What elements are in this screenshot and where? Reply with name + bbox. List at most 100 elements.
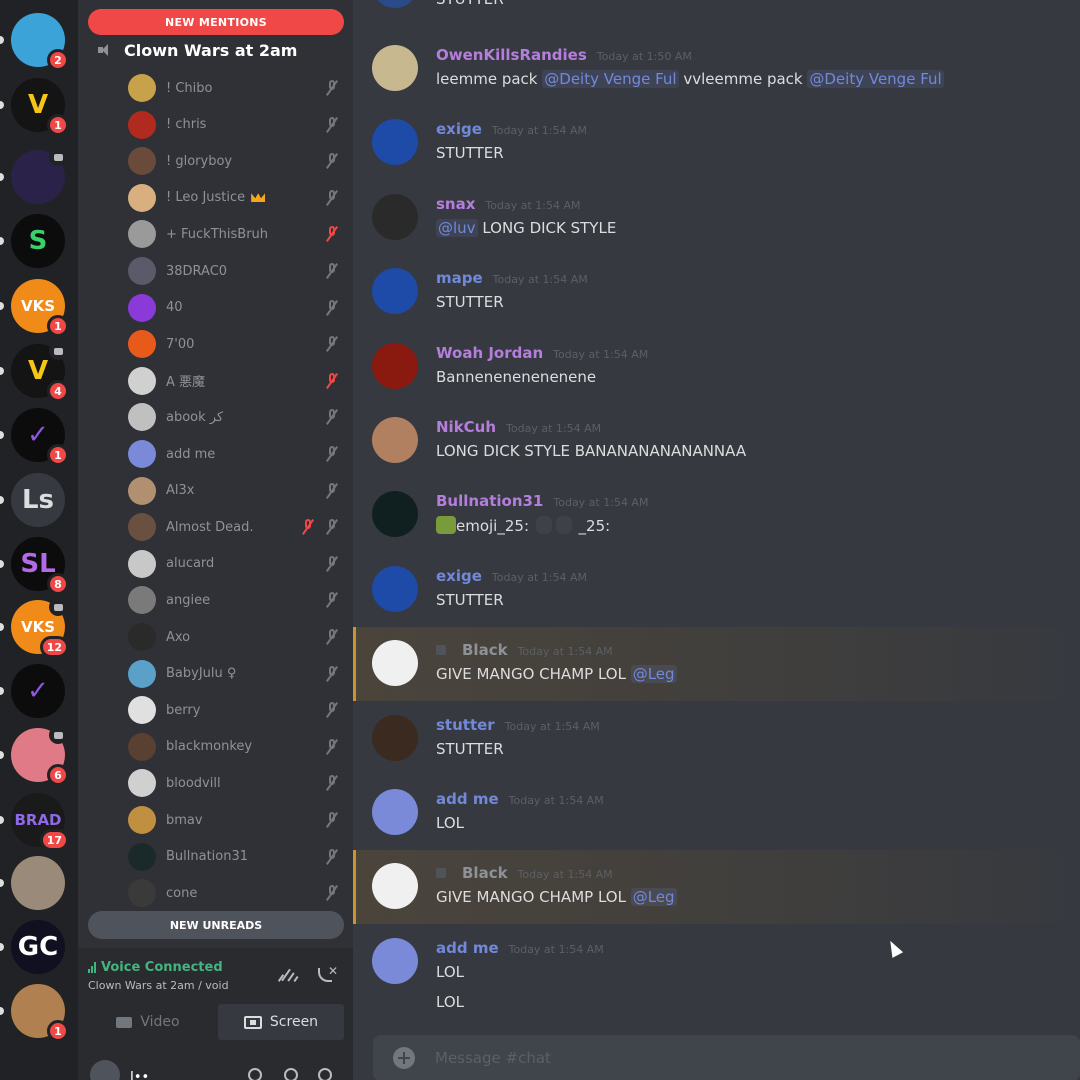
message-avatar[interactable]	[372, 193, 418, 240]
message-avatar[interactable]	[372, 640, 418, 687]
voice-status[interactable]: Voice Connected	[88, 960, 223, 975]
voice-member[interactable]: Bullnation31	[128, 840, 338, 874]
server-unread-pill	[0, 36, 4, 44]
voice-member[interactable]: cone	[128, 876, 338, 910]
message-avatar[interactable]	[372, 45, 418, 91]
message-avatar[interactable]	[372, 268, 418, 315]
server-icon[interactable]: VKS 1	[11, 279, 69, 337]
message-author[interactable]: add me	[436, 939, 499, 957]
message-author[interactable]: snax	[436, 195, 475, 213]
member-avatar	[128, 623, 156, 651]
server-icon[interactable]: 6	[11, 726, 69, 786]
message-author[interactable]: Black	[462, 864, 508, 882]
member-name: berry	[166, 702, 201, 718]
message-avatar[interactable]	[372, 937, 418, 984]
message-avatar[interactable]	[372, 789, 418, 835]
disconnect-button[interactable]: ✕	[316, 964, 338, 986]
voice-member[interactable]: 7'00	[128, 327, 338, 361]
message-author[interactable]: NikCuh	[436, 418, 496, 436]
server-icon[interactable]	[11, 856, 65, 910]
voice-member[interactable]: ! chris	[128, 108, 338, 142]
message-avatar[interactable]	[372, 417, 418, 463]
message-text: emoji_25: _25:	[436, 516, 610, 535]
voice-channel-header[interactable]: Clown Wars at 2am	[98, 38, 297, 62]
user-mention[interactable]: @Leg	[630, 888, 677, 907]
message-avatar[interactable]	[372, 565, 418, 612]
server-icon[interactable]: V4	[11, 342, 69, 402]
message-avatar[interactable]	[372, 491, 418, 538]
voice-member[interactable]: BabyJulu ♀	[128, 657, 338, 691]
member-name: blackmonkey	[166, 739, 253, 755]
server-unread-pill	[0, 560, 4, 568]
server-icon[interactable]: Ls	[11, 473, 65, 527]
server-icon[interactable]: SL 8	[11, 537, 69, 595]
user-mention[interactable]: @luv	[436, 218, 478, 237]
server-icon[interactable]: GC	[11, 920, 65, 974]
voice-member[interactable]: 38DRAC0	[128, 254, 338, 288]
new-mentions-bar[interactable]: NEW MENTIONS	[88, 9, 344, 35]
voice-member[interactable]: bloodvill	[128, 766, 338, 800]
voice-member[interactable]: berry	[128, 693, 338, 727]
message-avatar[interactable]	[372, 342, 418, 389]
video-button[interactable]: Video	[88, 1004, 208, 1040]
message-timestamp: Today at 1:54 AM	[553, 496, 649, 510]
voice-member[interactable]: bmav	[128, 803, 338, 837]
screen-share-button[interactable]: Screen	[218, 1004, 344, 1040]
upload-plus-icon[interactable]	[393, 1047, 415, 1069]
server-icon[interactable]	[11, 148, 67, 204]
voice-member[interactable]: ! Leo Justice	[128, 181, 338, 215]
voice-member[interactable]: add me	[128, 437, 338, 471]
new-unreads-bar[interactable]: NEW UNREADS	[88, 911, 344, 939]
message-avatar[interactable]	[372, 714, 418, 761]
message-input[interactable]	[435, 1046, 1035, 1070]
message-author[interactable]: OwenKillsRandies	[436, 46, 587, 64]
server-icon[interactable]: ✓ 1	[11, 408, 69, 466]
voice-member[interactable]: Al3x	[128, 474, 338, 508]
message-author[interactable]: Bullnation31	[436, 492, 543, 510]
voice-member[interactable]: A 悪魔	[128, 364, 338, 398]
user-avatar[interactable]	[90, 1060, 120, 1080]
voice-member[interactable]: + FuckThisBruh	[128, 217, 338, 251]
server-icon[interactable]: 1	[11, 984, 69, 1042]
mic-icon[interactable]	[248, 1068, 262, 1080]
server-icon[interactable]: ✓	[11, 664, 65, 718]
message-author[interactable]: exige	[436, 567, 482, 585]
message-author[interactable]: add me	[436, 790, 499, 808]
message-author[interactable]: exige	[436, 120, 482, 138]
emoji-icon	[436, 516, 456, 535]
message-timestamp: Today at 1:54 AM	[504, 719, 600, 733]
voice-member[interactable]: Almost Dead.	[128, 510, 338, 544]
voice-member[interactable]: alucard	[128, 547, 338, 581]
user-mention[interactable]: @Leg	[630, 665, 677, 684]
voice-member[interactable]: ! Chibo	[128, 71, 338, 105]
emoji-icon	[535, 516, 552, 535]
voice-speaker-icon	[49, 148, 67, 166]
user-mention[interactable]: @Deity Venge Ful	[542, 70, 679, 88]
message-author[interactable]: Woah Jordan	[436, 344, 543, 362]
noise-suppression-button[interactable]	[277, 964, 299, 984]
message-author[interactable]: Black	[462, 641, 508, 659]
voice-member[interactable]: blackmonkey	[128, 730, 338, 764]
voice-member[interactable]: angiee	[128, 583, 338, 617]
message: Bullnation31 Today at 1:54 AM emoji_25: _2…	[353, 478, 1080, 552]
muted-mic-icon	[326, 629, 338, 645]
server-icon[interactable]: VKS 12	[11, 598, 69, 658]
message-author[interactable]: mape	[436, 269, 483, 287]
message-avatar[interactable]	[372, 863, 418, 910]
headphones-icon[interactable]	[284, 1068, 298, 1080]
voice-member[interactable]: Axo	[128, 620, 338, 654]
server-icon[interactable]: 2	[11, 13, 69, 71]
message-avatar[interactable]	[372, 119, 418, 166]
voice-member[interactable]: abook ﮐﺮ	[128, 400, 338, 434]
voice-member[interactable]: ! gloryboy	[128, 144, 338, 178]
server-icon[interactable]: S	[11, 214, 65, 268]
gear-icon[interactable]	[318, 1068, 332, 1080]
server-icon[interactable]: BRAD 17	[11, 793, 69, 851]
message: add me Today at 1:54 AM LOL	[353, 776, 1080, 850]
message-author[interactable]: stutter	[436, 716, 495, 734]
user-mention[interactable]: @Deity Venge Ful	[807, 70, 944, 88]
server-icon[interactable]: V1	[11, 78, 69, 136]
message-avatar[interactable]	[372, 0, 418, 8]
muted-mic-icon	[326, 299, 338, 316]
voice-member[interactable]: 40	[128, 291, 338, 325]
